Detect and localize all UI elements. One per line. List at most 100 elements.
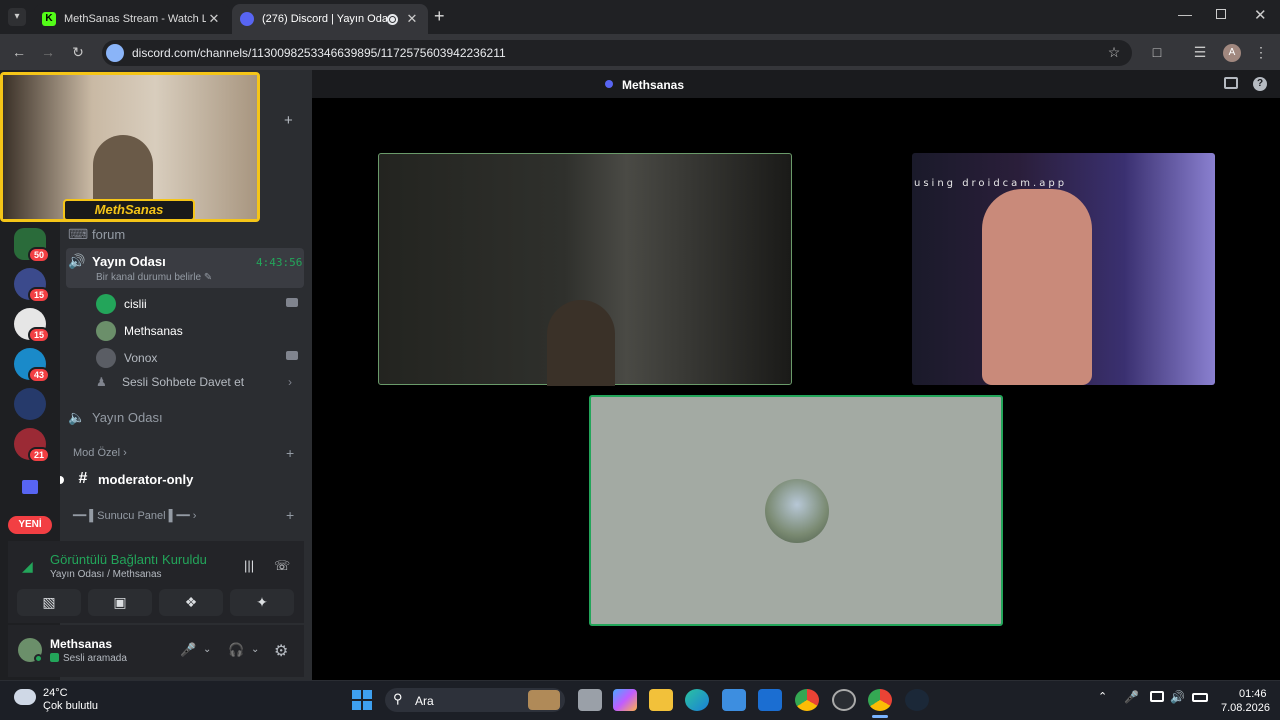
- active-app-underline: [872, 715, 888, 718]
- menu-icon[interactable]: ⋮: [1251, 42, 1271, 62]
- noise-suppression-icon[interactable]: |||: [244, 558, 254, 573]
- disconnect-icon[interactable]: ☏: [274, 558, 290, 574]
- online-status-dot: [34, 654, 43, 663]
- add-friend-icon[interactable]: +: [284, 112, 293, 129]
- add-channel-icon[interactable]: +: [286, 507, 294, 523]
- voice-location[interactable]: Yayın Odası / Methsanas: [50, 569, 162, 580]
- voice-member[interactable]: Vonox: [96, 348, 157, 368]
- store-icon[interactable]: [722, 689, 746, 711]
- channel-forum[interactable]: ⌨ forum: [68, 226, 125, 243]
- obs-icon[interactable]: [832, 689, 856, 711]
- recording-icon: [387, 13, 398, 25]
- camera-off-button[interactable]: ▧: [17, 589, 81, 616]
- clock-time[interactable]: 01:46: [1239, 688, 1267, 700]
- windows-taskbar: [0, 680, 1280, 720]
- avatar: [96, 294, 116, 314]
- participant-figure: [547, 300, 615, 386]
- media-icon[interactable]: ☰: [1190, 42, 1210, 62]
- headphones-icon[interactable]: 🎧: [228, 642, 244, 658]
- chevron-down-icon[interactable]: ⌄: [203, 644, 211, 655]
- steam-icon[interactable]: [905, 689, 929, 711]
- channel-status[interactable]: Bir kanal durumu belirle ✎: [96, 272, 212, 283]
- tray-battery-icon[interactable]: [1192, 693, 1208, 702]
- search-placeholder: Ara: [415, 694, 434, 708]
- user-name: Methsanas: [50, 637, 113, 651]
- video-tile-vonox[interactable]: using droidcam.app: [912, 153, 1215, 385]
- camera-icon: [286, 298, 298, 307]
- profile-avatar[interactable]: A: [1223, 44, 1241, 62]
- channel-voice-second[interactable]: 🔈 Yayın Odası: [68, 409, 162, 426]
- start-button[interactable]: [352, 690, 372, 710]
- invite-to-voice[interactable]: ♟ Sesli Sohbete Davet et: [96, 375, 244, 389]
- folder-icon[interactable]: [22, 480, 38, 494]
- channel-moderator-only[interactable]: # moderator-only: [74, 470, 194, 488]
- site-info-icon[interactable]: [106, 44, 124, 62]
- voice-status[interactable]: Görüntülü Bağlantı Kuruldu: [50, 552, 207, 567]
- new-tab-button[interactable]: +: [434, 6, 445, 27]
- outlook-icon[interactable]: [758, 689, 782, 711]
- copilot-icon[interactable]: [613, 689, 637, 711]
- tray-mic-icon[interactable]: 🎤: [1124, 690, 1139, 704]
- signal-icon: ◢: [22, 558, 33, 574]
- category-mod[interactable]: Mod Özel ›: [73, 447, 127, 459]
- chevron-down-icon[interactable]: ⌄: [251, 644, 259, 655]
- weather-icon[interactable]: [14, 689, 36, 705]
- overlay-name: MethSanas: [94, 202, 164, 217]
- avatar: [96, 348, 116, 368]
- extensions-icon[interactable]: □: [1147, 42, 1167, 62]
- microphone-icon[interactable]: 🎤: [180, 642, 196, 658]
- weather-desc[interactable]: Çok bulutlu: [43, 700, 98, 712]
- screen-share-button[interactable]: ▣: [88, 589, 152, 616]
- video-tile-methsanas[interactable]: [589, 395, 1003, 626]
- clock-date[interactable]: 7.08.2026: [1221, 702, 1270, 714]
- user-status: Sesli aramada: [63, 653, 127, 664]
- call-title: Methsanas: [622, 78, 685, 92]
- forward-icon[interactable]: →: [38, 42, 58, 62]
- url-text: discord.com/channels/1130098253346639895…: [132, 46, 506, 60]
- edge-icon[interactable]: [685, 689, 709, 711]
- weather-temp[interactable]: 24°C: [43, 687, 68, 699]
- speaker-icon: 🔈: [68, 409, 86, 425]
- hash-icon: #: [78, 470, 88, 487]
- tray-network-icon[interactable]: [1150, 691, 1164, 702]
- close-tab-icon[interactable]: ✕: [206, 11, 222, 27]
- search-icon: ⚲: [393, 691, 403, 706]
- server-icon-5[interactable]: [14, 388, 46, 420]
- avatar: [96, 321, 116, 341]
- back-icon[interactable]: ←: [9, 42, 29, 62]
- speaker-icon: 🔊: [68, 253, 86, 269]
- tray-volume-icon[interactable]: 🔊: [1170, 690, 1185, 704]
- inbox-icon[interactable]: [1224, 77, 1238, 89]
- tab-discord[interactable]: (276) Discord | Yayın Odası ✕: [232, 4, 428, 34]
- chrome-active-icon[interactable]: [868, 689, 892, 711]
- task-view-icon[interactable]: [578, 689, 602, 711]
- voice-member[interactable]: Methsanas: [96, 321, 183, 341]
- tab-methsanas-stream[interactable]: K MethSanas Stream - Watch Live ✕: [34, 4, 230, 34]
- edit-icon: ✎: [203, 272, 213, 283]
- tray-overflow-icon[interactable]: ⌃: [1098, 690, 1107, 703]
- status-speaker-icon: [50, 653, 59, 662]
- category-panel[interactable]: ━━ ▌Sunucu Panel ▌━━ ›: [73, 509, 196, 522]
- reload-icon[interactable]: ↻: [68, 42, 88, 62]
- camera-icon: [286, 351, 298, 360]
- activities-button[interactable]: ❖: [159, 589, 223, 616]
- close-window-button[interactable]: ✕: [1254, 6, 1267, 24]
- channel-voice-active[interactable]: 🔊 Yayın Odası: [68, 253, 165, 270]
- add-channel-icon[interactable]: +: [286, 445, 294, 461]
- file-explorer-icon[interactable]: [649, 689, 673, 711]
- server-badge: 43: [28, 367, 51, 383]
- kick-icon: K: [42, 12, 56, 26]
- tab-search-button[interactable]: ▾: [8, 8, 26, 26]
- settings-gear-icon[interactable]: ⚙: [274, 641, 288, 661]
- help-icon[interactable]: ?: [1253, 77, 1267, 91]
- close-tab-icon[interactable]: ✕: [404, 11, 420, 27]
- restore-button[interactable]: [1216, 9, 1226, 19]
- chrome-icon[interactable]: [795, 689, 819, 711]
- soundboard-button[interactable]: ✦: [230, 589, 294, 616]
- video-watermark: using droidcam.app: [914, 178, 1068, 189]
- new-badge: YENİ: [8, 516, 52, 534]
- voice-member[interactable]: cislii: [96, 294, 147, 314]
- bookmark-star-icon[interactable]: ☆: [1104, 42, 1124, 62]
- video-tile-cislii[interactable]: [378, 153, 792, 386]
- minimize-button[interactable]: —: [1178, 6, 1192, 22]
